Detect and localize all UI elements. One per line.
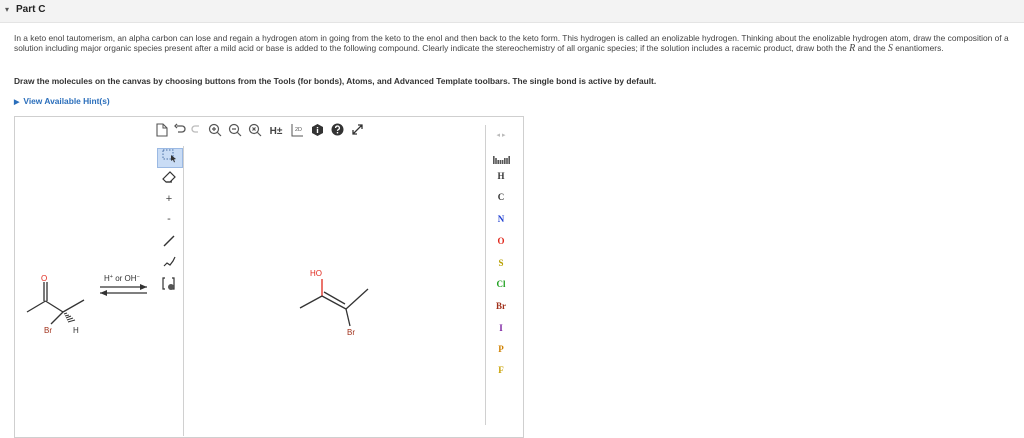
charge-plus-button[interactable]: + <box>157 190 181 208</box>
atom-button-c[interactable]: C <box>486 192 516 202</box>
undo-icon[interactable] <box>173 123 187 141</box>
2d-clean-button[interactable]: 2D <box>289 123 305 141</box>
expand-triangle-icon: ▶ <box>14 99 20 106</box>
part-title: Part C <box>16 4 46 15</box>
new-document-icon[interactable] <box>155 123 169 141</box>
atom-button-f[interactable]: F <box>486 365 516 375</box>
atom-button-br[interactable]: Br <box>486 301 516 311</box>
part-header[interactable]: ▾ Part C <box>0 0 1024 23</box>
left-toolbar: + - <box>155 146 184 436</box>
charge-minus-button[interactable]: - <box>157 210 181 228</box>
help-icon[interactable] <box>329 123 345 141</box>
atom-button-i[interactable]: I <box>486 323 516 333</box>
view-hints-link[interactable]: ▶ View Available Hint(s) <box>14 96 110 106</box>
svg-text:2D: 2D <box>295 127 302 133</box>
hydrogen-toggle-button[interactable]: H± <box>267 123 285 141</box>
info-hexagon-icon[interactable] <box>309 123 325 141</box>
drawing-editor[interactable] <box>14 116 524 438</box>
periodic-table-icon[interactable] <box>493 155 511 165</box>
chain-tool-icon[interactable] <box>157 254 181 272</box>
question-text: In a keto enol tautomerism, an alpha car… <box>14 33 1009 54</box>
fullscreen-icon[interactable] <box>349 123 365 141</box>
eraser-icon[interactable] <box>157 170 181 188</box>
atom-button-cl[interactable]: Cl <box>486 279 516 289</box>
collapse-icon[interactable]: ▾ <box>5 5 9 14</box>
zoom-in-icon[interactable] <box>207 123 223 141</box>
atom-button-n[interactable]: N <box>486 214 516 224</box>
scroll-arrows-icon[interactable]: ◂ ▸ <box>486 131 516 139</box>
redo-icon[interactable] <box>189 123 203 141</box>
instruction-text: Draw the molecules on the canvas by choo… <box>14 76 657 86</box>
atom-button-s[interactable]: S <box>486 258 516 268</box>
single-bond-icon[interactable] <box>157 234 181 252</box>
zoom-reset-icon[interactable] <box>247 123 263 141</box>
atoms-toolbar: ◂ ▸ H C N O S Cl Br I P F <box>485 125 516 425</box>
atom-button-h[interactable]: H <box>486 171 516 181</box>
select-tool-icon[interactable] <box>157 148 183 168</box>
zoom-out-icon[interactable] <box>227 123 243 141</box>
atom-button-o[interactable]: O <box>486 236 516 246</box>
atom-button-p[interactable]: P <box>486 344 516 354</box>
bracket-tool-icon[interactable] <box>157 276 181 294</box>
